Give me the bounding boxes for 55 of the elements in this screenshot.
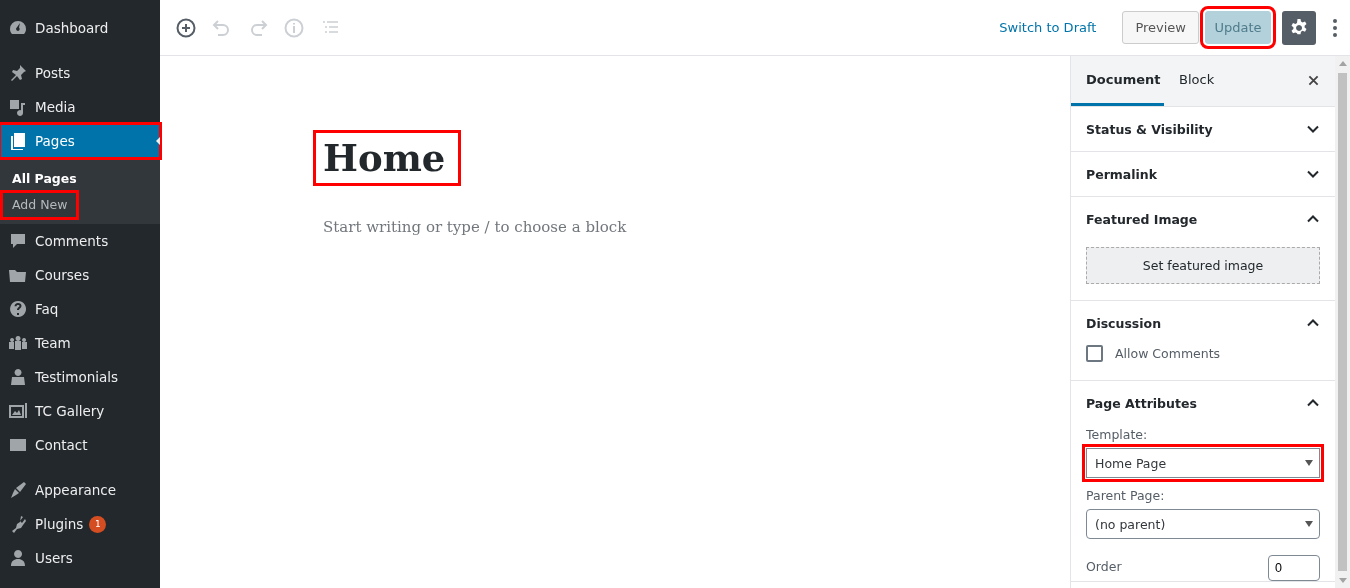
parent-page-select[interactable]: (no parent)	[1086, 509, 1320, 539]
scrollbar[interactable]	[1335, 56, 1350, 588]
media-icon	[8, 97, 28, 117]
menu-item[interactable]: Faq	[0, 292, 160, 326]
close-icon[interactable]	[1308, 75, 1319, 86]
menu-item[interactable]: Media	[0, 90, 160, 124]
current-pointer-icon	[156, 137, 160, 145]
menu-item[interactable]: Pages	[0, 124, 160, 158]
menu-item[interactable]: Testimonials	[0, 360, 160, 394]
speech-bubble-icon	[8, 231, 28, 251]
people-icon	[8, 333, 28, 353]
menu-item[interactable]: Comments	[0, 224, 160, 258]
sidebar-tab[interactable]: Document	[1071, 56, 1164, 106]
preview-button[interactable]: Preview	[1122, 11, 1199, 44]
user-icon	[8, 548, 28, 568]
question-icon	[8, 299, 28, 319]
pages-icon	[8, 131, 28, 151]
panel-header[interactable]: Page Attributes	[1086, 381, 1320, 425]
count-badge: 1	[89, 515, 107, 533]
menu-item[interactable]: Team	[0, 326, 160, 360]
settings-button[interactable]	[1282, 10, 1316, 45]
block-placeholder[interactable]: Start writing or type / to choose a block	[323, 218, 1070, 236]
panel-header[interactable]: Featured Image	[1086, 197, 1320, 241]
submenu-item[interactable]: All Pages	[2, 166, 87, 192]
field-label: Order	[1086, 558, 1122, 574]
menu-item[interactable]: TC Gallery	[0, 394, 160, 428]
switch-to-draft-link[interactable]: Switch to Draft	[999, 20, 1097, 35]
paintbrush-icon	[8, 480, 28, 500]
panel-header[interactable]: Discussion	[1086, 301, 1320, 345]
field-label: Template:	[1086, 427, 1149, 442]
gallery-icon	[8, 401, 28, 421]
panel-title: Discussion	[1086, 315, 1162, 331]
order-input[interactable]: 0	[1268, 555, 1320, 581]
set-featured-image-button[interactable]: Set featured image	[1086, 247, 1320, 284]
menu-item[interactable]: Appearance	[0, 473, 160, 507]
menu-item[interactable]: Users	[0, 541, 160, 575]
menu-item[interactable]: Contact	[0, 428, 160, 462]
submenu-item[interactable]: Add New	[2, 192, 78, 218]
field-label: Parent Page:	[1086, 488, 1166, 503]
panel-title: Featured Image	[1086, 211, 1198, 227]
panel-header[interactable]: Permalink	[1086, 152, 1320, 196]
menu-item[interactable]: Posts	[0, 56, 160, 90]
panel-title: Status & Visibility	[1086, 121, 1213, 137]
menu-item[interactable]: Courses	[0, 258, 160, 292]
panel-title: Page Attributes	[1086, 395, 1197, 411]
menu-item[interactable]: Plugins 1	[0, 507, 160, 541]
more-options-icon[interactable]	[1332, 17, 1338, 38]
panel-header[interactable]: Status & Visibility	[1086, 107, 1320, 151]
menu-item[interactable]: Dashboard	[0, 11, 160, 45]
person-icon	[8, 367, 28, 387]
checkbox[interactable]	[1086, 345, 1103, 362]
page-title[interactable]: Home	[315, 132, 460, 184]
sidebar-tab[interactable]: Block	[1164, 56, 1230, 106]
panel-title: Permalink	[1086, 166, 1158, 182]
checkbox-label: Allow Comments	[1115, 346, 1221, 361]
